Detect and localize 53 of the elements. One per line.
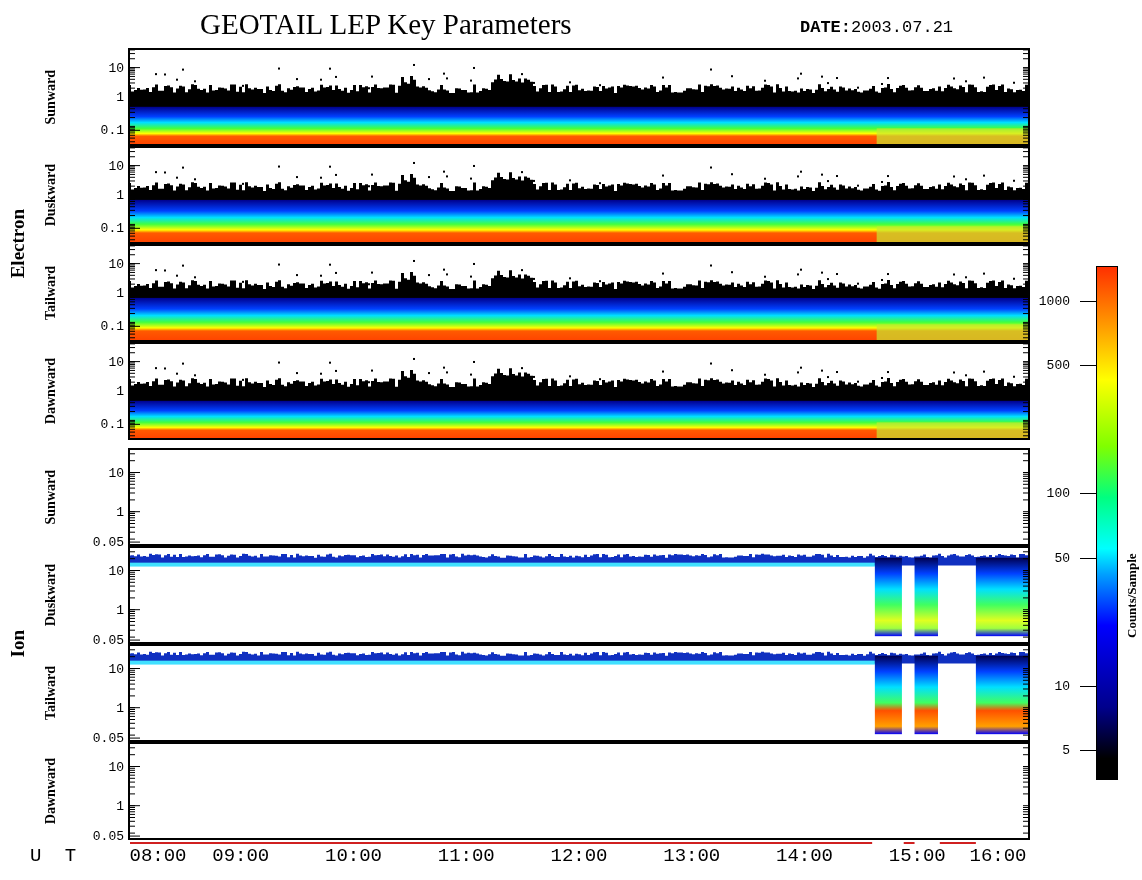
direction-label: Tailward	[43, 666, 59, 720]
direction-label: Duskward	[43, 163, 59, 227]
x-axis-label: U T	[30, 845, 83, 867]
y-tick-label: 10	[108, 256, 124, 272]
direction-label: Sunward	[43, 469, 59, 525]
y-tick-label: 0.05	[92, 534, 124, 550]
y-tick-label: 10	[108, 60, 124, 76]
x-tick-label: 13:00	[663, 845, 721, 867]
x-tick-label: 15:00	[888, 845, 946, 867]
y-tick-label: 1	[116, 504, 124, 520]
y-tick-label: 1	[116, 187, 124, 203]
y-tick-label: 1	[116, 383, 124, 399]
colorbar-label: Counts/Sample	[1124, 552, 1140, 638]
y-tick-label: 1	[116, 798, 124, 814]
colorbar-tick-label: 5	[1062, 742, 1070, 758]
x-tick-label: 16:00	[969, 845, 1027, 867]
x-tick-label: 10:00	[325, 845, 382, 867]
y-tick-label: 1	[116, 602, 124, 618]
direction-label: Dawnward	[43, 357, 59, 425]
y-tick-label: 10	[108, 158, 124, 174]
y-tick-label: 0.05	[92, 632, 124, 648]
y-tick-label: 10	[108, 354, 124, 370]
direction-label: Tailward	[43, 266, 59, 320]
species-label: Electron	[7, 209, 29, 279]
y-tick-label: 0.1	[100, 122, 124, 138]
direction-label: Dawnward	[43, 757, 59, 825]
y-tick-label: 10	[108, 661, 124, 676]
y-tick-label: 1	[116, 89, 124, 105]
direction-label: Duskward	[43, 563, 59, 627]
plot-title: GEOTAIL LEP Key Parameters	[200, 7, 573, 41]
y-tick-label: 0.1	[100, 220, 124, 236]
y-tick-label: 10	[108, 465, 124, 480]
x-tick-label: 09:00	[212, 845, 270, 867]
colorbar-tick-label: 100	[1046, 485, 1070, 501]
y-tick-label: 10	[108, 563, 124, 578]
y-tick-label: 0.05	[92, 730, 124, 746]
x-tick-label: 12:00	[550, 845, 608, 867]
species-label: Ion	[7, 630, 29, 658]
y-tick-label: 0.05	[92, 828, 124, 844]
x-tick-label: 14:00	[776, 845, 833, 867]
x-tick-label: 11:00	[437, 845, 495, 867]
direction-label: Sunward	[43, 69, 59, 125]
y-tick-label: 10	[108, 759, 124, 774]
colorbar-tick-label: 10	[1054, 678, 1070, 694]
y-tick-label: 1	[116, 285, 124, 301]
x-tick-label: 08:00	[129, 845, 187, 867]
y-tick-label: 0.1	[100, 318, 124, 334]
date-label: DATE:2003.07.21	[800, 16, 954, 37]
colorbar-tick-label: 500	[1046, 357, 1070, 373]
y-tick-label: 1	[116, 700, 124, 716]
colorbar-tick-label: 50	[1054, 550, 1070, 566]
y-tick-label: 0.1	[100, 416, 124, 432]
colorbar-tick-label: 1000	[1038, 293, 1070, 309]
